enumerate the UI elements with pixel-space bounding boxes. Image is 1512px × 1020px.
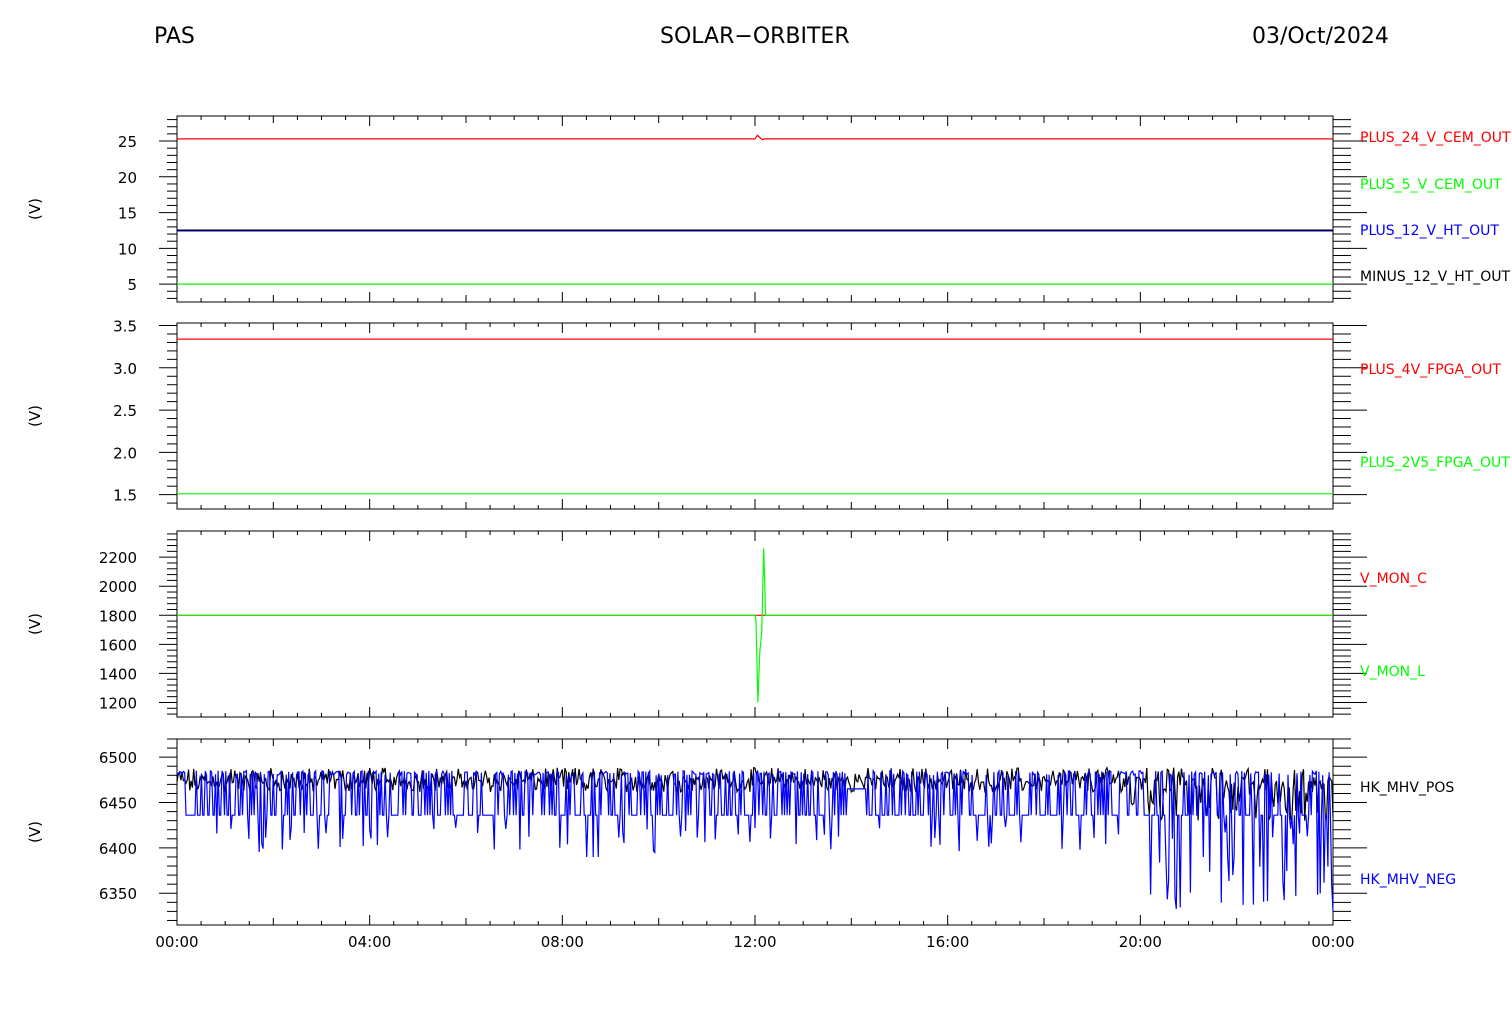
y-tick-label: 6450 — [99, 795, 137, 813]
y-tick-label: 10 — [118, 240, 137, 258]
legend-label: PLUS_2V5_FPGA_OUT — [1360, 455, 1510, 471]
x-tick-label: 16:00 — [926, 933, 969, 951]
panel-1: 5 10 15 20 25 (V) PLUS_24_V_CEM_OUT PLUS_5_V_CE… — [26, 115, 1511, 303]
y-tick-label: 6500 — [99, 749, 137, 767]
y-axis-label: (V) — [26, 405, 44, 427]
legend-label: PLUS_5_V_CEM_OUT — [1360, 177, 1502, 193]
y-tick-label: 2000 — [99, 578, 137, 596]
y-tick-label: 3.0 — [113, 360, 137, 378]
y-tick-label: 1600 — [99, 636, 137, 654]
y-axis-label: (V) — [26, 821, 44, 843]
x-tick-label: 00:00 — [1311, 933, 1354, 951]
y-tick-label: 2.0 — [113, 444, 137, 462]
legend-label: PLUS_4V_FPGA_OUT — [1360, 362, 1501, 378]
legend-label: MINUS_12_V_HT_OUT — [1360, 269, 1511, 285]
x-tick-label: 00:00 — [155, 933, 198, 951]
y-axis-label: (V) — [26, 198, 44, 220]
x-tick-label: 08:00 — [541, 933, 584, 951]
y-tick-label: 20 — [118, 169, 137, 187]
x-tick-label: 04:00 — [348, 933, 391, 951]
y-tick-label: 25 — [118, 133, 137, 151]
y-tick-label: 1800 — [99, 607, 137, 625]
y-tick-label: 2.5 — [113, 402, 137, 420]
legend-label: HK_MHV_POS — [1360, 780, 1454, 796]
voltage-charts: 5 10 15 20 25 (V) PLUS_24_V_CEM_OUT PLUS_5_V_CE… — [26, 115, 1511, 951]
y-tick-label: 2200 — [99, 549, 137, 567]
legend-label: PLUS_24_V_CEM_OUT — [1360, 130, 1511, 146]
series-line-v-mon-l — [177, 548, 1333, 703]
y-tick-label: 1200 — [99, 694, 137, 712]
panel-3: 1200 1400 1600 1800 2000 2200 (V) V_MON_C V_MON_… — [26, 530, 1427, 718]
legend-label: PLUS_12_V_HT_OUT — [1360, 223, 1499, 239]
y-tick-label: 5 — [127, 276, 137, 294]
x-tick-label: 20:00 — [1119, 933, 1162, 951]
panel-2: 1.5 2.0 2.5 3.0 3.5 (V) PLUS_4V_FPGA_OUT PLUS_2… — [26, 318, 1510, 510]
legend-label: V_MON_C — [1360, 571, 1427, 587]
y-tick-label: 6350 — [99, 885, 137, 903]
y-tick-label: 1400 — [99, 665, 137, 683]
plot-frame — [176, 322, 1334, 510]
legend-label: HK_MHV_NEG — [1360, 872, 1456, 888]
plot-frame — [176, 530, 1334, 718]
y-tick-label: 6400 — [99, 840, 137, 858]
x-tick-label: 12:00 — [733, 933, 776, 951]
y-axis-label: (V) — [26, 613, 44, 635]
series-line-plus-24-v-cem-out — [177, 134, 1333, 141]
legend-label: V_MON_L — [1360, 664, 1425, 680]
plot-frame — [176, 115, 1334, 303]
y-tick-label: 15 — [118, 205, 137, 223]
panel-4: 6350 6400 6450 6500 (V) 00:00 04:00 08:00 12:00 1… — [26, 738, 1456, 951]
y-tick-label: 3.5 — [113, 318, 137, 336]
y-tick-label: 1.5 — [113, 487, 137, 505]
